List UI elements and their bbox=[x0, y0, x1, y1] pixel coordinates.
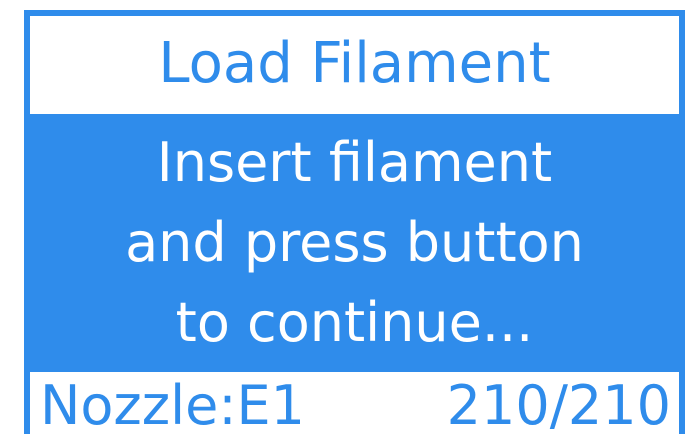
instruction-line-1: Insert filament bbox=[156, 131, 553, 194]
temperature-readout: 210/210 bbox=[446, 374, 671, 434]
nozzle-label: Nozzle:E1 bbox=[40, 374, 306, 434]
load-filament-screen: Load Filament Insert filament and press … bbox=[24, 10, 685, 434]
instruction-line-2: and press button bbox=[125, 211, 584, 274]
nozzle-status-row: Nozzle:E1 210/210 bbox=[30, 372, 679, 434]
instruction-panel: Insert filament and press button to cont… bbox=[30, 114, 679, 372]
instruction-line-3: to continue... bbox=[175, 291, 534, 354]
screen-title: Load Filament bbox=[158, 31, 551, 96]
